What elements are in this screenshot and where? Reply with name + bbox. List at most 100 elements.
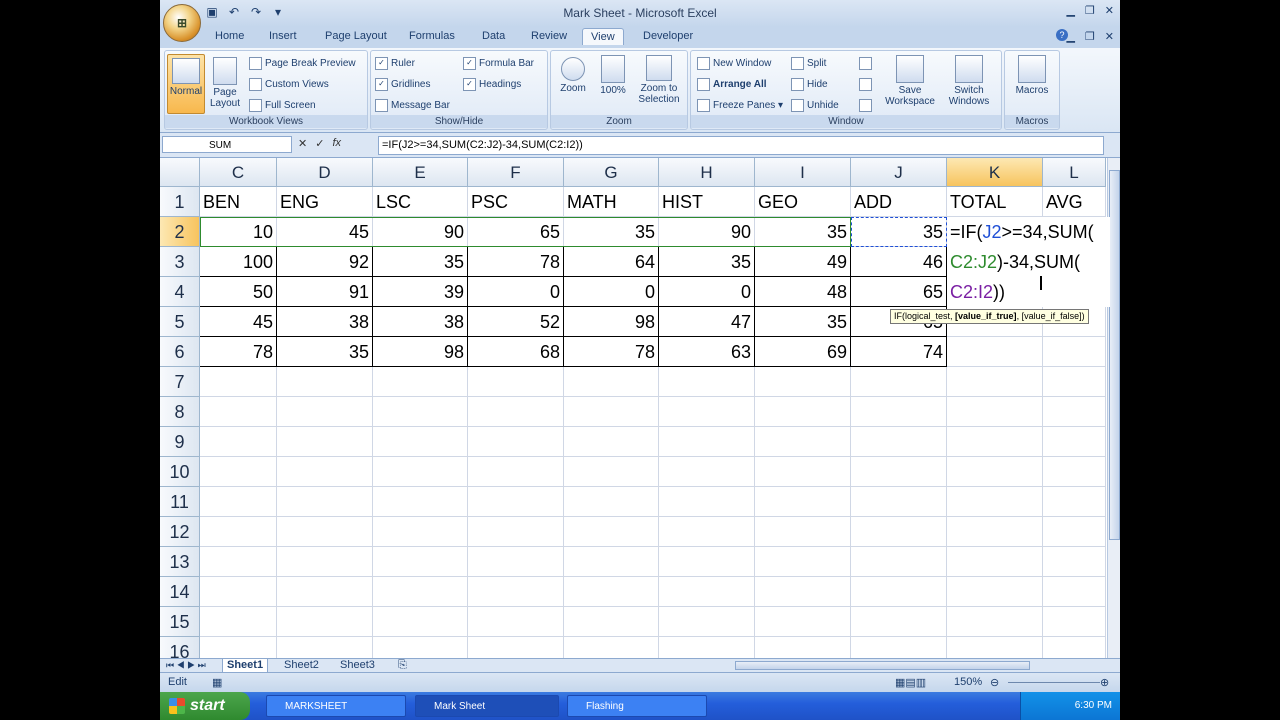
cell-d8[interactable] — [277, 397, 373, 427]
cell-g8[interactable] — [564, 397, 659, 427]
view-side-by-side-icon[interactable] — [859, 57, 875, 70]
cell-c10[interactable] — [200, 457, 277, 487]
workbook-restore-icon[interactable]: ❐ — [1085, 30, 1095, 43]
taskbar-item-flashing[interactable]: Flashing — [567, 695, 707, 717]
cell-j14[interactable] — [851, 577, 947, 607]
row-header-12[interactable]: 12 — [160, 517, 200, 547]
row-header-8[interactable]: 8 — [160, 397, 200, 427]
formula-bar-checkbox[interactable]: ✓ Formula Bar — [463, 57, 534, 70]
name-box[interactable]: SUM — [162, 136, 292, 153]
cell-g12[interactable] — [564, 517, 659, 547]
cell-d9[interactable] — [277, 427, 373, 457]
column-header-i[interactable]: I — [755, 158, 851, 187]
cell-l11[interactable] — [1043, 487, 1106, 517]
cell-h8[interactable] — [659, 397, 755, 427]
tab-insert[interactable]: Insert — [269, 30, 297, 42]
cell-j9[interactable] — [851, 427, 947, 457]
cell-l7[interactable] — [1043, 367, 1106, 397]
cell-k9[interactable] — [947, 427, 1043, 457]
column-header-c[interactable]: C — [200, 158, 277, 187]
row-header-13[interactable]: 13 — [160, 547, 200, 577]
custom-views-button[interactable]: Custom Views — [249, 78, 329, 91]
row-header-15[interactable]: 15 — [160, 607, 200, 637]
cell-i1[interactable]: GEO — [755, 187, 851, 217]
cell-e12[interactable] — [373, 517, 468, 547]
cell-j3[interactable]: 46 — [851, 247, 947, 277]
cell-c9[interactable] — [200, 427, 277, 457]
tab-review[interactable]: Review — [531, 30, 567, 42]
cell-l6[interactable] — [1043, 337, 1106, 367]
split-button[interactable]: Split — [791, 57, 826, 70]
cell-j8[interactable] — [851, 397, 947, 427]
cell-c3[interactable]: 100 — [200, 247, 277, 277]
cell-g1[interactable]: MATH — [564, 187, 659, 217]
cell-i13[interactable] — [755, 547, 851, 577]
cell-i7[interactable] — [755, 367, 851, 397]
column-header-f[interactable]: F — [468, 158, 564, 187]
row-header-14[interactable]: 14 — [160, 577, 200, 607]
zoom-level[interactable]: 150% — [954, 676, 982, 688]
minimize-icon[interactable]: ▁ — [1066, 4, 1074, 17]
cell-f7[interactable] — [468, 367, 564, 397]
cell-h9[interactable] — [659, 427, 755, 457]
cell-d3[interactable]: 92 — [277, 247, 373, 277]
cell-d13[interactable] — [277, 547, 373, 577]
cell-j11[interactable] — [851, 487, 947, 517]
cell-k13[interactable] — [947, 547, 1043, 577]
workbook-minimize-icon[interactable]: ▁ — [1066, 30, 1074, 43]
taskbar-item-mark-sheet[interactable]: Mark Sheet — [415, 695, 559, 717]
reset-window-icon[interactable] — [859, 99, 875, 112]
macro-record-icon[interactable]: ▦ — [212, 676, 222, 689]
tab-page-layout[interactable]: Page Layout — [325, 30, 387, 42]
cell-h14[interactable] — [659, 577, 755, 607]
cell-f11[interactable] — [468, 487, 564, 517]
save-workspace-button[interactable]: Save Workspace — [881, 55, 939, 107]
cell-f6[interactable]: 68 — [468, 337, 564, 367]
full-screen-button[interactable]: Full Screen — [249, 99, 316, 112]
cell-e1[interactable]: LSC — [373, 187, 468, 217]
message-bar-checkbox[interactable]: Message Bar — [375, 99, 450, 112]
cell-g3[interactable]: 64 — [564, 247, 659, 277]
insert-sheet-icon[interactable]: ⎘ — [394, 659, 411, 672]
switch-windows-button[interactable]: Switch Windows — [941, 55, 997, 107]
cell-h4[interactable]: 0 — [659, 277, 755, 307]
cell-j12[interactable] — [851, 517, 947, 547]
cell-i11[interactable] — [755, 487, 851, 517]
normal-view-button[interactable]: Normal — [167, 54, 205, 114]
row-header-2[interactable]: 2 — [160, 217, 200, 247]
cell-g13[interactable] — [564, 547, 659, 577]
cell-l13[interactable] — [1043, 547, 1106, 577]
cell-i8[interactable] — [755, 397, 851, 427]
cell-d6[interactable]: 35 — [277, 337, 373, 367]
cell-d12[interactable] — [277, 517, 373, 547]
row-header-10[interactable]: 10 — [160, 457, 200, 487]
cell-k7[interactable] — [947, 367, 1043, 397]
cell-f10[interactable] — [468, 457, 564, 487]
cell-g10[interactable] — [564, 457, 659, 487]
cell-d15[interactable] — [277, 607, 373, 637]
cell-k15[interactable] — [947, 607, 1043, 637]
cell-c7[interactable] — [200, 367, 277, 397]
row-header-6[interactable]: 6 — [160, 337, 200, 367]
cell-l8[interactable] — [1043, 397, 1106, 427]
cell-l9[interactable] — [1043, 427, 1106, 457]
tab-developer[interactable]: Developer — [643, 30, 693, 42]
select-all-corner[interactable] — [160, 158, 200, 187]
cell-c15[interactable] — [200, 607, 277, 637]
sheet-nav-icon[interactable]: ⏮ ◀ ▶ ⏭ — [162, 659, 210, 672]
ruler-checkbox[interactable]: ✓ Ruler — [375, 57, 415, 70]
cell-k11[interactable] — [947, 487, 1043, 517]
cell-e5[interactable]: 38 — [373, 307, 468, 337]
cell-c8[interactable] — [200, 397, 277, 427]
cell-f1[interactable]: PSC — [468, 187, 564, 217]
cell-c6[interactable]: 78 — [200, 337, 277, 367]
cell-d7[interactable] — [277, 367, 373, 397]
zoom-to-selection-button[interactable]: Zoom to Selection — [635, 55, 683, 105]
sheet-tab-sheet1[interactable]: Sheet1 — [222, 659, 269, 673]
cell-h11[interactable] — [659, 487, 755, 517]
cell-i15[interactable] — [755, 607, 851, 637]
taskbar-item-marksheet[interactable]: MARKSHEET — [266, 695, 406, 717]
cell-d5[interactable]: 38 — [277, 307, 373, 337]
cell-h10[interactable] — [659, 457, 755, 487]
formula-input[interactable]: =IF(J2>=34,SUM(C2:J2)-34,SUM(C2:I2)) — [378, 136, 1104, 155]
